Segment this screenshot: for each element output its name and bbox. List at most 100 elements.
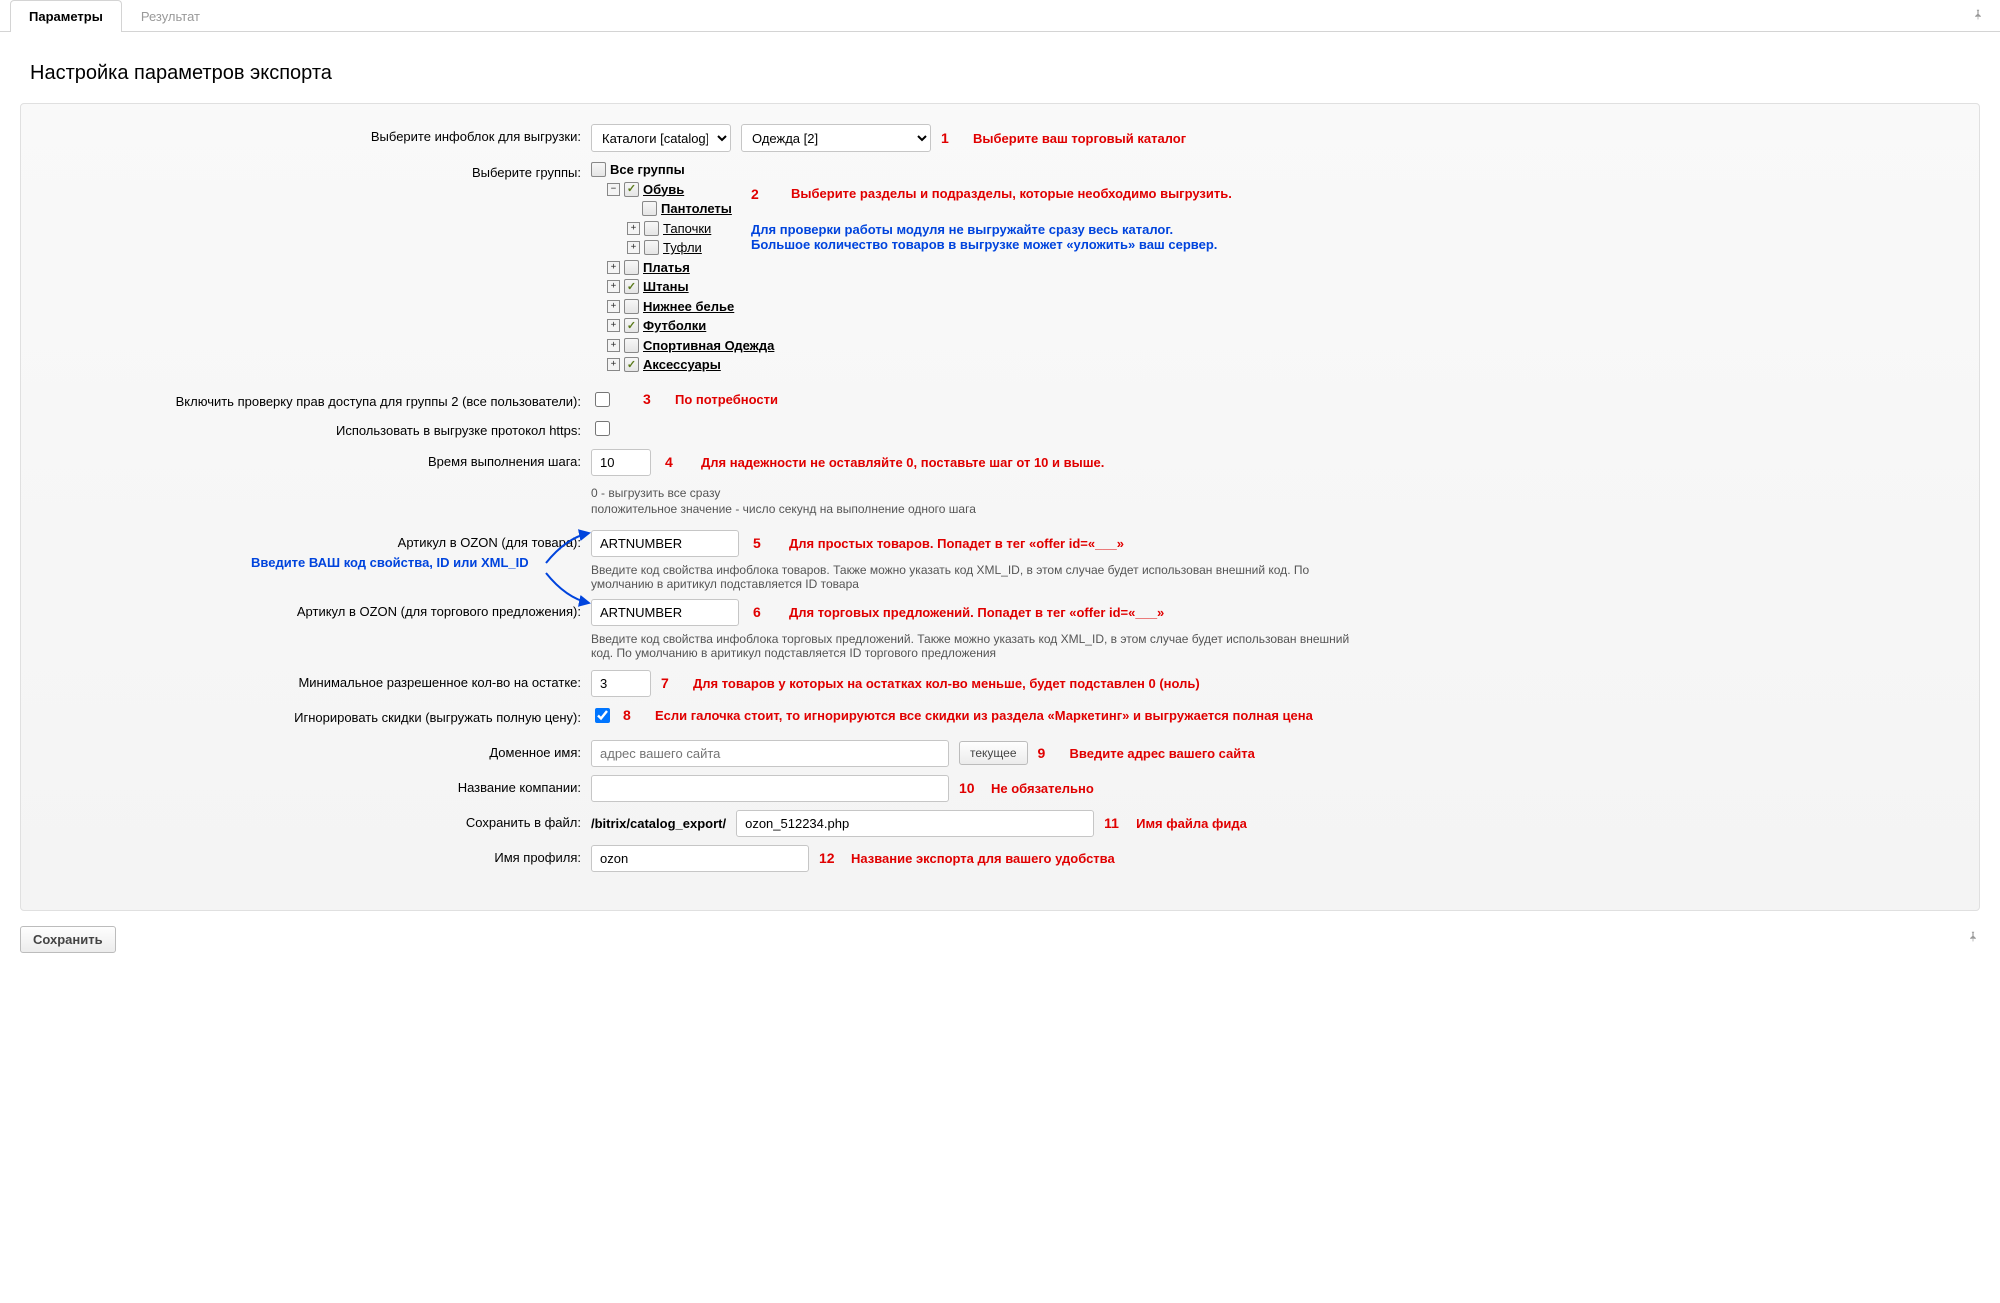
- input-min-stock[interactable]: [591, 670, 651, 697]
- help-step-positive: положительное значение - число секунд на…: [591, 502, 1959, 516]
- cb-dresses[interactable]: [624, 260, 639, 275]
- note-5-text: Для простых товаров. Попадет в тег «offe…: [789, 536, 1124, 551]
- groups-tree: Все группы − Обувь Пантолеты: [591, 160, 774, 375]
- cb-shoes[interactable]: [624, 182, 639, 197]
- tree-label-pantolety[interactable]: Пантолеты: [661, 199, 732, 219]
- note-3-num: 3: [643, 391, 665, 407]
- note-8-text: Если галочка стоит, то игнорируются все …: [655, 708, 1313, 723]
- cb-tapochki[interactable]: [644, 221, 659, 236]
- save-path-prefix: /bitrix/catalog_export/: [591, 816, 726, 831]
- bottom-bar: Сохранить: [20, 926, 1980, 953]
- toggle-dresses[interactable]: +: [607, 261, 620, 274]
- select-catalog-type[interactable]: Каталоги [catalog]: [591, 124, 731, 152]
- tree-label-accessories[interactable]: Аксессуары: [643, 355, 721, 375]
- tree-root: Все группы: [591, 160, 774, 180]
- page-title: Настройка параметров экспорта: [30, 62, 1970, 85]
- tab-parameters[interactable]: Параметры: [10, 0, 122, 32]
- row-ignore-discount: Игнорировать скидки (выгружать полную це…: [41, 705, 1959, 726]
- toggle-tapochki[interactable]: +: [627, 222, 640, 235]
- label-art-product: Артикул в OZON (для товара):: [41, 530, 591, 550]
- tree-item-tshirts: + Футболки: [607, 316, 774, 336]
- tree-label-dresses[interactable]: Платья: [643, 258, 690, 278]
- tree-label-sport[interactable]: Спортивная Одежда: [643, 336, 774, 356]
- tree-label-tapochki[interactable]: Тапочки: [663, 219, 711, 239]
- note-9-text: Введите адрес вашего сайта: [1070, 746, 1255, 761]
- tree-label-shoes[interactable]: Обувь: [643, 180, 684, 200]
- cb-accessories[interactable]: [624, 357, 639, 372]
- note-2-blue-1: Для проверки работы модуля не выгружайте…: [751, 222, 1371, 237]
- note-11-text: Имя файла фида: [1136, 816, 1247, 831]
- input-art-product[interactable]: [591, 530, 739, 557]
- note-1-text: Выберите ваш торговый каталог: [973, 131, 1186, 146]
- tab-result[interactable]: Результат: [122, 0, 219, 32]
- note-2-text: Выберите разделы и подразделы, которые н…: [791, 186, 1232, 202]
- cb-all-groups[interactable]: [591, 162, 606, 177]
- pin-icon-bottom[interactable]: [1966, 930, 1980, 949]
- label-groups: Выберите группы:: [41, 160, 591, 180]
- label-art-offer: Артикул в OZON (для торгового предложени…: [41, 599, 591, 619]
- help-art-offer: Введите код свойства инфоблока торговых …: [591, 632, 1371, 660]
- input-art-offer[interactable]: [591, 599, 739, 626]
- tree-item-accessories: + Аксессуары: [607, 355, 774, 375]
- cb-tshirts[interactable]: [624, 318, 639, 333]
- note-4-text: Для надежности не оставляйте 0, поставьт…: [701, 455, 1104, 470]
- row-infoblock: Выберите инфоблок для выгрузки: Каталоги…: [41, 124, 1959, 152]
- note-11-num: 11: [1104, 815, 1126, 831]
- cb-underwear[interactable]: [624, 299, 639, 314]
- input-profile-name[interactable]: [591, 845, 809, 872]
- help-step-zero: 0 - выгрузить все сразу: [591, 486, 1959, 500]
- note-4-num: 4: [665, 454, 687, 470]
- note-5-num: 5: [753, 535, 775, 551]
- cb-pantolety[interactable]: [642, 201, 657, 216]
- note-12-num: 12: [819, 850, 841, 866]
- label-company: Название компании:: [41, 775, 591, 795]
- tree-label-underwear[interactable]: Нижнее белье: [643, 297, 734, 317]
- label-perm-check: Включить проверку прав доступа для групп…: [41, 389, 591, 409]
- toggle-pants[interactable]: +: [607, 280, 620, 293]
- tree-label-tshirts[interactable]: Футболки: [643, 316, 706, 336]
- toggle-accessories[interactable]: +: [607, 358, 620, 371]
- tree-side-notes: 2 Выберите разделы и подразделы, которые…: [751, 186, 1371, 252]
- tabs-bar: Параметры Результат: [0, 0, 2000, 32]
- toggle-tufli[interactable]: +: [627, 241, 640, 254]
- checkbox-perm-check[interactable]: [595, 392, 610, 407]
- cb-sport[interactable]: [624, 338, 639, 353]
- save-button[interactable]: Сохранить: [20, 926, 116, 953]
- input-domain[interactable]: [591, 740, 949, 767]
- input-company[interactable]: [591, 775, 949, 802]
- cb-pants[interactable]: [624, 279, 639, 294]
- side-blue-note: Введите ВАШ код свойства, ID или XML_ID: [251, 555, 529, 570]
- note-9-num: 9: [1038, 745, 1060, 761]
- toggle-sport[interactable]: +: [607, 339, 620, 352]
- input-step-time[interactable]: [591, 449, 651, 476]
- row-perm-check: Включить проверку прав доступа для групп…: [41, 389, 1959, 410]
- button-current-domain[interactable]: текущее: [959, 741, 1028, 765]
- note-2-num: 2: [751, 186, 773, 202]
- tree-item-pants: + Штаны: [607, 277, 774, 297]
- tree-label-pants[interactable]: Штаны: [643, 277, 689, 297]
- toggle-shoes[interactable]: −: [607, 183, 620, 196]
- tree-item-dresses: + Платья: [607, 258, 774, 278]
- row-groups: Выберите группы: Все группы − Обувь: [41, 160, 1959, 375]
- page-container: Параметры Результат Настройка параметров…: [0, 0, 2000, 983]
- select-iblock[interactable]: Одежда [2]: [741, 124, 931, 152]
- toggle-underwear[interactable]: +: [607, 300, 620, 313]
- help-art-product: Введите код свойства инфоблока товаров. …: [591, 563, 1371, 591]
- cb-tufli[interactable]: [644, 240, 659, 255]
- checkbox-ignore-discount[interactable]: [595, 708, 610, 723]
- input-save-file[interactable]: [736, 810, 1094, 837]
- note-7-text: Для товаров у которых на остатках кол-во…: [693, 676, 1200, 691]
- tree-item-shoes: − Обувь: [607, 180, 774, 200]
- note-6-text: Для торговых предложений. Попадет в тег …: [789, 605, 1164, 620]
- row-company: Название компании: 10 Не обязательно: [41, 775, 1959, 802]
- note-10-num: 10: [959, 780, 981, 796]
- tree-label-all[interactable]: Все группы: [610, 160, 685, 180]
- checkbox-https[interactable]: [595, 421, 610, 436]
- row-min-stock: Минимальное разрешенное кол-во на остатк…: [41, 670, 1959, 697]
- pin-icon[interactable]: [1971, 8, 1985, 27]
- tree-label-tufli[interactable]: Туфли: [663, 238, 702, 258]
- toggle-tshirts[interactable]: +: [607, 319, 620, 332]
- label-min-stock: Минимальное разрешенное кол-во на остатк…: [41, 670, 591, 690]
- main-panel: Настройка параметров экспорта Выберите и…: [10, 42, 1990, 983]
- tree-item-underwear: + Нижнее белье: [607, 297, 774, 317]
